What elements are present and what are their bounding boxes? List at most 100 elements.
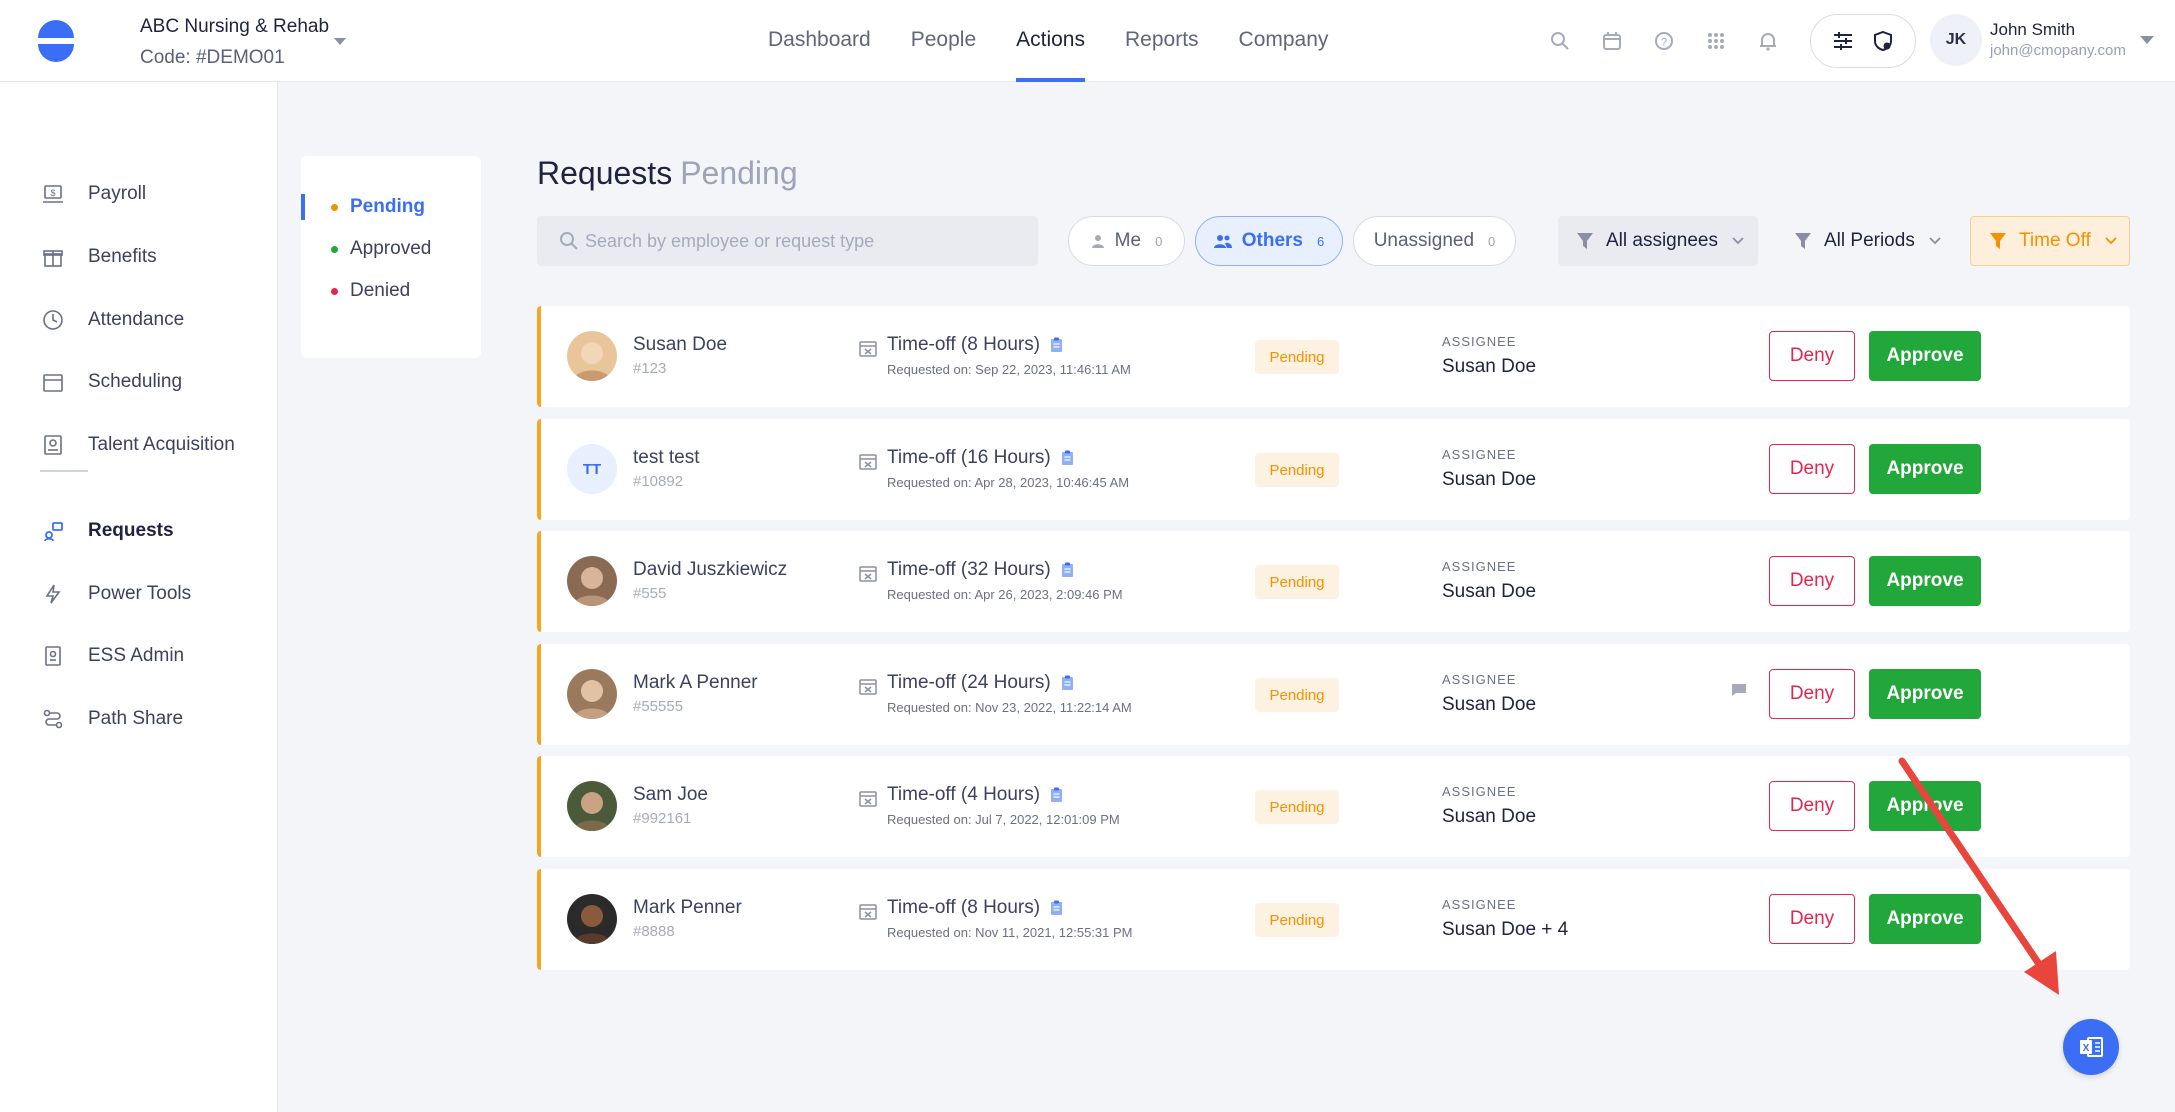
search-icon[interactable] — [1545, 26, 1575, 56]
clipboard-icon[interactable] — [1050, 900, 1063, 916]
page-title-status: Pending — [680, 155, 798, 191]
time-off-icon — [859, 904, 877, 920]
user-menu[interactable]: JK John Smith john@cmopany.com — [1930, 14, 2170, 68]
approve-button[interactable]: Approve — [1869, 556, 1981, 606]
approve-button[interactable]: Approve — [1869, 331, 1981, 381]
nav-reports[interactable]: Reports — [1105, 0, 1219, 82]
employee-name[interactable]: Sam Joe — [633, 784, 708, 806]
sidebar-item-benefits[interactable]: Benefits — [40, 239, 157, 275]
approve-button[interactable]: Approve — [1869, 781, 1981, 831]
sidebar-item-power-tools[interactable]: Power Tools — [40, 576, 191, 612]
clipboard-icon[interactable] — [1061, 562, 1074, 578]
user-name: John Smith — [1990, 20, 2076, 39]
company-logo[interactable] — [34, 20, 78, 62]
bolt-icon — [40, 581, 66, 607]
employee-name[interactable]: Susan Doe — [633, 334, 727, 356]
shield-icon[interactable] — [1868, 26, 1898, 56]
avatar — [567, 556, 617, 606]
apps-grid-icon[interactable] — [1701, 26, 1731, 56]
deny-button[interactable]: Deny — [1769, 669, 1855, 719]
time-off-icon — [859, 679, 877, 695]
table-row[interactable]: David Juszkiewicz #555 Time-off (32 Hour… — [537, 531, 2130, 632]
page-title: Requests Pending — [537, 155, 798, 192]
sidebar-item-talent-acquisition[interactable]: Talent Acquisition — [40, 427, 235, 463]
assignee-name: Susan Doe — [1442, 581, 1537, 602]
comment-icon[interactable] — [1731, 683, 1747, 697]
top-icon-group: ? — [1545, 26, 1783, 56]
sidebar-item-attendance[interactable]: Attendance — [40, 302, 184, 338]
table-row[interactable]: Mark Penner #8888 Time-off (8 Hours) Req… — [537, 869, 2130, 970]
status-approved[interactable]: Approved — [331, 238, 431, 260]
request-type-dropdown[interactable]: Time Off — [1970, 216, 2130, 266]
filter-icon — [1795, 233, 1811, 249]
status-badge: Pending — [1255, 453, 1339, 487]
table-row[interactable]: TT test test #10892 Time-off (16 Hours) … — [537, 419, 2130, 520]
deny-button[interactable]: Deny — [1769, 556, 1855, 606]
requested-on: Requested on: Apr 28, 2023, 10:46:45 AM — [887, 475, 1130, 490]
active-indicator — [301, 194, 305, 220]
clipboard-icon[interactable] — [1061, 450, 1074, 466]
assignee-name: Susan Doe — [1442, 469, 1537, 490]
person-icon — [1091, 235, 1104, 248]
request-type: Time-off (16 Hours) — [887, 447, 1074, 469]
sidebar-item-path-share[interactable]: Path Share — [40, 701, 183, 737]
requests-icon — [40, 518, 66, 544]
employee-name[interactable]: David Juszkiewicz — [633, 559, 787, 581]
deny-button[interactable]: Deny — [1769, 444, 1855, 494]
avatar: TT — [567, 444, 617, 494]
employee-name[interactable]: test test — [633, 447, 700, 469]
calendar-icon[interactable] — [1597, 26, 1627, 56]
approve-button[interactable]: Approve — [1869, 894, 1981, 944]
sidebar-item-ess-admin[interactable]: ESS Admin — [40, 638, 184, 674]
sidebar-item-requests[interactable]: Requests — [40, 513, 174, 549]
approve-button[interactable]: Approve — [1869, 444, 1981, 494]
caret-down-icon[interactable] — [334, 38, 346, 45]
employee-id: #10892 — [633, 473, 684, 490]
avatar — [567, 781, 617, 831]
filter-me[interactable]: Me 0 — [1068, 216, 1185, 266]
status-dot — [331, 203, 338, 211]
filter-unassigned[interactable]: Unassigned 0 — [1353, 216, 1516, 266]
employee-name[interactable]: Mark Penner — [633, 897, 742, 919]
page-title-main: Requests — [537, 155, 673, 191]
pill-count: 0 — [1155, 233, 1163, 249]
table-row[interactable]: Sam Joe #992161 Time-off (4 Hours) Reque… — [537, 756, 2130, 857]
nav-dashboard[interactable]: Dashboard — [748, 0, 891, 82]
sliders-icon[interactable] — [1828, 26, 1858, 56]
nav-company[interactable]: Company — [1219, 0, 1349, 82]
sidebar-item-label: Payroll — [88, 183, 147, 204]
company-switcher[interactable]: ABC Nursing & Rehab Code: #DEMO01 — [140, 16, 329, 69]
sidebar-item-label: ESS Admin — [88, 645, 185, 666]
table-row[interactable]: Susan Doe #123 Time-off (8 Hours) Reques… — [537, 306, 2130, 407]
sidebar-item-scheduling[interactable]: Scheduling — [40, 364, 182, 400]
clipboard-icon[interactable] — [1050, 337, 1063, 353]
filter-others[interactable]: Others 6 — [1195, 216, 1343, 266]
employee-name[interactable]: Mark A Penner — [633, 672, 758, 694]
export-excel-button[interactable]: X — [2063, 1019, 2119, 1075]
approve-button[interactable]: Approve — [1869, 669, 1981, 719]
chevron-down-icon — [2105, 237, 2117, 245]
deny-button[interactable]: Deny — [1769, 781, 1855, 831]
badge-icon — [40, 643, 66, 669]
caret-down-icon[interactable] — [2140, 36, 2154, 44]
status-label: Pending — [350, 196, 425, 217]
clipboard-icon[interactable] — [1050, 787, 1063, 803]
employee-id: #555 — [633, 585, 667, 602]
nav-actions[interactable]: Actions — [996, 0, 1105, 82]
calendar-icon — [40, 369, 66, 395]
status-denied[interactable]: Denied — [331, 280, 410, 302]
periods-dropdown[interactable]: All Periods — [1776, 216, 1956, 266]
clipboard-icon[interactable] — [1061, 675, 1074, 691]
search-input[interactable] — [585, 230, 1025, 252]
help-icon[interactable]: ? — [1649, 26, 1679, 56]
requested-on: Requested on: Jul 7, 2022, 12:01:09 PM — [887, 812, 1120, 827]
table-row[interactable]: Mark A Penner #55555 Time-off (24 Hours)… — [537, 644, 2130, 745]
svg-text:X: X — [2083, 1043, 2090, 1054]
deny-button[interactable]: Deny — [1769, 894, 1855, 944]
sidebar-item-payroll[interactable]: $ Payroll — [40, 176, 146, 212]
status-pending[interactable]: Pending — [331, 196, 425, 218]
assignees-dropdown[interactable]: All assignees — [1558, 216, 1758, 266]
bell-icon[interactable] — [1753, 26, 1783, 56]
nav-people[interactable]: People — [891, 0, 996, 82]
deny-button[interactable]: Deny — [1769, 331, 1855, 381]
